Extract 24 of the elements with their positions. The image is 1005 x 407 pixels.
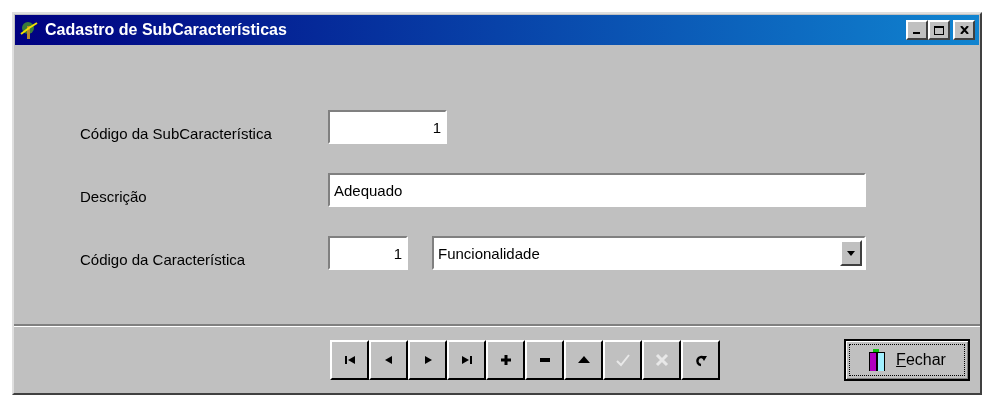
field-label: Descrição xyxy=(80,188,148,207)
input-field[interactable]: 1 xyxy=(328,110,447,144)
insert-button[interactable] xyxy=(486,339,525,380)
refresh-button[interactable] xyxy=(681,339,720,380)
dropdown-field[interactable]: Funcionalidade xyxy=(432,236,866,270)
maximize-icon xyxy=(934,25,944,35)
prior-button[interactable] xyxy=(369,339,408,380)
close-button[interactable] xyxy=(953,20,975,40)
field-label: Código da SubCaracterística xyxy=(80,125,273,144)
maximize-button[interactable] xyxy=(928,20,950,40)
minimize-button[interactable] xyxy=(906,20,928,40)
delete-button[interactable] xyxy=(525,339,564,380)
input-field[interactable]: 1 xyxy=(328,236,408,270)
edit-button[interactable] xyxy=(564,339,603,380)
close-form-button[interactable]: Fechar xyxy=(844,338,970,381)
app-icon xyxy=(19,20,39,40)
first-button[interactable] xyxy=(330,339,369,380)
close-icon xyxy=(959,26,969,34)
window-title: Cadastro de SubCaracterísticas xyxy=(45,21,288,39)
next-button[interactable] xyxy=(408,339,447,380)
field-label: Código da Característica xyxy=(80,251,247,270)
input-field[interactable]: Adequado xyxy=(328,173,866,207)
door-icon xyxy=(868,348,887,371)
last-button[interactable] xyxy=(447,339,486,380)
